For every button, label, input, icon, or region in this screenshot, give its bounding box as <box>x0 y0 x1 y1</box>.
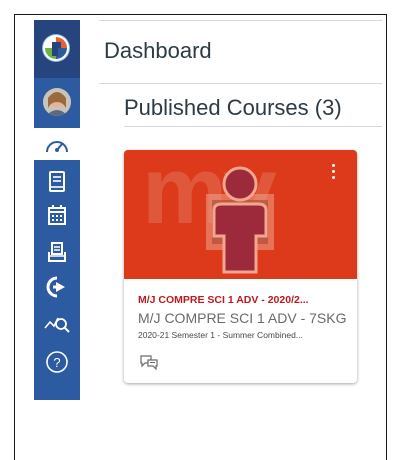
published-courses-heading: Published Courses (3) <box>124 95 342 120</box>
sidebar-item-dashboard[interactable] <box>34 128 80 160</box>
divider <box>99 20 382 21</box>
svg-text:?: ? <box>53 355 60 370</box>
course-code[interactable]: M/J COMPRE SCI 1 ADV - 2020/2... <box>138 294 343 306</box>
divider <box>124 126 382 127</box>
canvas-logo-icon <box>42 34 70 62</box>
discussions-icon[interactable] <box>140 354 158 371</box>
course-image-icon <box>206 166 274 274</box>
calendar-icon[interactable] <box>43 202 71 230</box>
kebab-menu-icon[interactable] <box>328 164 338 184</box>
course-term: 2020-21 Semester 1 - Summer Combined... <box>138 330 303 340</box>
course-card-hero[interactable]: my <box>124 150 357 279</box>
studio-icon[interactable] <box>43 310 71 338</box>
avatar[interactable] <box>43 88 71 116</box>
help-icon[interactable]: ? <box>43 348 71 376</box>
course-card[interactable]: my M/J COMPRE SCI 1 ADV - 2020/2... M/J … <box>124 150 357 383</box>
global-navigation: ? <box>34 20 80 400</box>
speedometer-icon <box>43 132 71 160</box>
course-name: M/J COMPRE SCI 1 ADV - 7SKG <box>138 310 347 326</box>
inbox-icon[interactable] <box>43 238 71 266</box>
divider <box>99 83 382 84</box>
page-title: Dashboard <box>104 38 212 63</box>
canvas-logo[interactable] <box>34 20 80 78</box>
commons-arrow-icon[interactable] <box>43 273 71 301</box>
book-icon[interactable] <box>43 168 71 196</box>
